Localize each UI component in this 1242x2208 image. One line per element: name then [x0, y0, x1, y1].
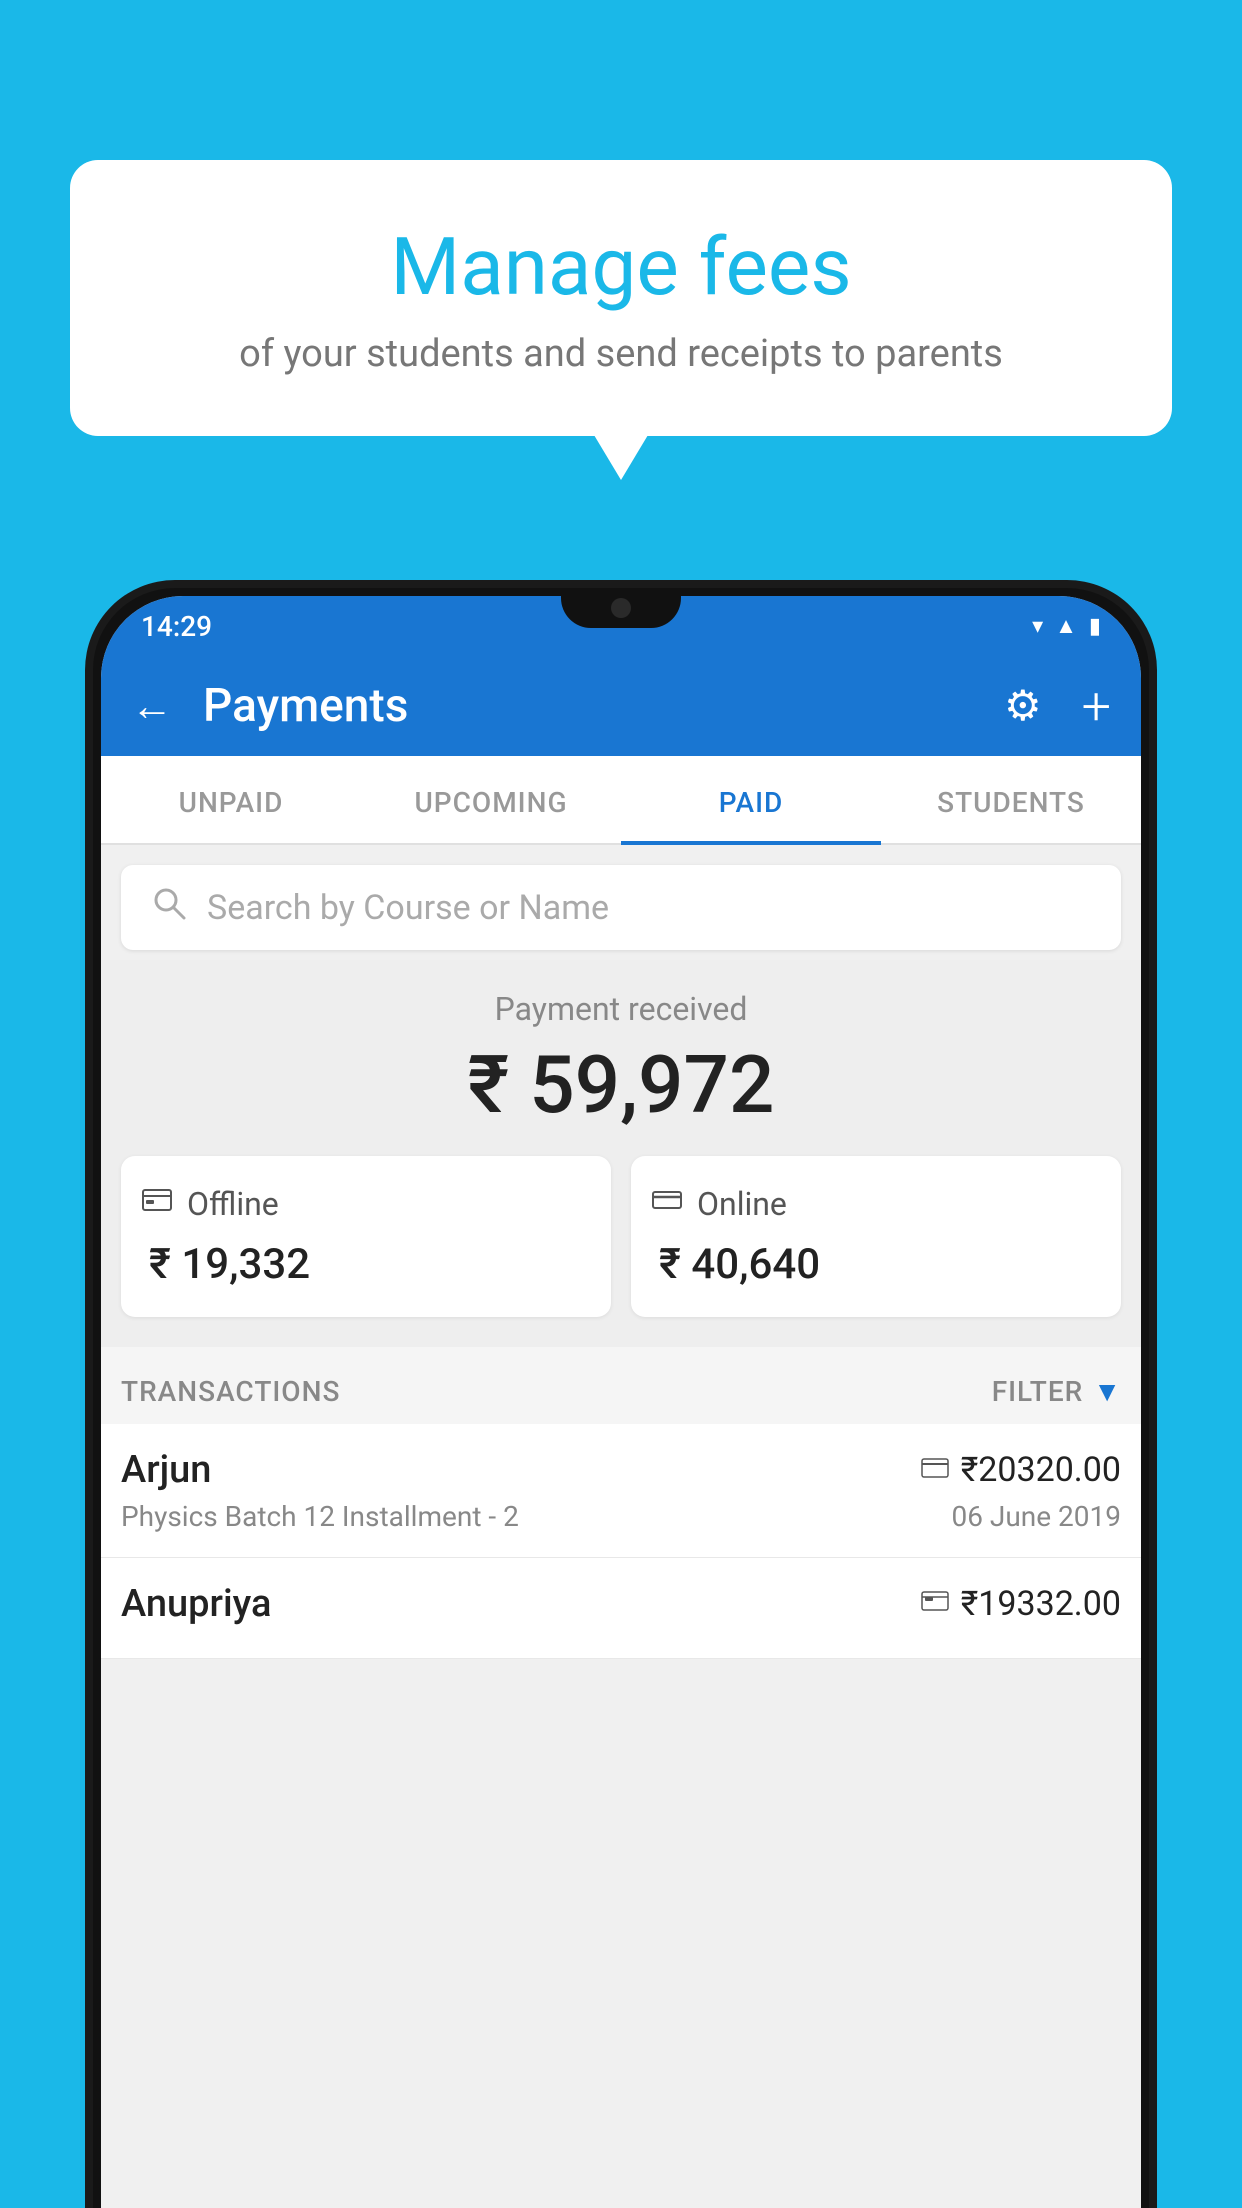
payment-section: Payment received ₹ 59,972 [101, 960, 1141, 1347]
online-icon [651, 1184, 683, 1224]
transaction-amount-container: ₹19332.00 [921, 1584, 1121, 1624]
offline-label: Offline [187, 1185, 279, 1223]
status-time: 14:29 [141, 610, 212, 643]
offline-amount: ₹ 19,332 [141, 1240, 310, 1289]
tab-upcoming[interactable]: UPCOMING [361, 756, 621, 843]
speech-bubble-container: Manage fees of your students and send re… [70, 160, 1172, 436]
status-icons: ▾ ▲ ▮ [1032, 613, 1101, 639]
camera [611, 598, 631, 618]
bubble-subtitle: of your students and send receipts to pa… [140, 332, 1102, 376]
bubble-title: Manage fees [140, 220, 1102, 314]
online-label: Online [697, 1185, 787, 1223]
search-icon [151, 885, 187, 930]
payment-cards: Offline ₹ 19,332 [121, 1156, 1121, 1317]
speech-bubble: Manage fees of your students and send re… [70, 160, 1172, 436]
transaction-amount-container: ₹20320.00 [921, 1450, 1121, 1490]
transaction-amount: ₹19332.00 [961, 1584, 1121, 1624]
payment-received-label: Payment received [121, 990, 1121, 1028]
signal-icon: ▲ [1055, 613, 1077, 639]
search-bar[interactable]: Search by Course or Name [121, 865, 1121, 950]
payment-amount: ₹ 59,972 [121, 1038, 1121, 1132]
transactions-label: TRANSACTIONS [121, 1375, 340, 1408]
transaction-date: 06 June 2019 [951, 1500, 1121, 1533]
tabs-bar: UNPAID UPCOMING PAID STUDENTS [101, 756, 1141, 845]
settings-icon[interactable]: ⚙ [1004, 681, 1042, 731]
phone-screen: 14:29 ▾ ▲ ▮ ← Payments ⚙ + UNPAID UPCOMI… [101, 596, 1141, 2208]
online-amount: ₹ 40,640 [651, 1240, 820, 1289]
wifi-icon: ▾ [1032, 614, 1043, 639]
transaction-row[interactable]: Anupriya ₹19332.00 [101, 1558, 1141, 1659]
transaction-row[interactable]: Arjun ₹20320.00 Physics Batch 12 Install… [101, 1424, 1141, 1558]
battery-icon: ▮ [1089, 614, 1101, 639]
transaction-course: Physics Batch 12 Installment - 2 [121, 1500, 519, 1533]
online-card: Online ₹ 40,640 [631, 1156, 1121, 1317]
transactions-header: TRANSACTIONS FILTER ▼ [101, 1347, 1141, 1424]
card-payment-icon [921, 1455, 949, 1485]
header-title: Payments [203, 679, 984, 733]
offline-icon [141, 1184, 173, 1224]
app-header: ← Payments ⚙ + [101, 656, 1141, 756]
tab-paid[interactable]: PAID [621, 756, 881, 843]
tab-unpaid[interactable]: UNPAID [101, 756, 361, 843]
add-button[interactable]: + [1082, 676, 1111, 737]
filter-container[interactable]: FILTER ▼ [992, 1375, 1121, 1408]
transaction-amount: ₹20320.00 [961, 1450, 1121, 1490]
offline-payment-icon [921, 1589, 949, 1620]
transaction-name: Anupriya [121, 1582, 271, 1626]
search-placeholder: Search by Course or Name [207, 888, 609, 928]
tab-students[interactable]: STUDENTS [881, 756, 1141, 843]
phone-notch [561, 588, 681, 628]
phone-bezel: 14:29 ▾ ▲ ▮ ← Payments ⚙ + UNPAID UPCOMI… [93, 588, 1149, 2208]
phone-frame: 14:29 ▾ ▲ ▮ ← Payments ⚙ + UNPAID UPCOMI… [85, 580, 1157, 2208]
offline-card: Offline ₹ 19,332 [121, 1156, 611, 1317]
transaction-name: Arjun [121, 1448, 211, 1492]
filter-icon: ▼ [1093, 1375, 1121, 1408]
back-button[interactable]: ← [131, 682, 173, 731]
filter-label: FILTER [992, 1375, 1084, 1408]
